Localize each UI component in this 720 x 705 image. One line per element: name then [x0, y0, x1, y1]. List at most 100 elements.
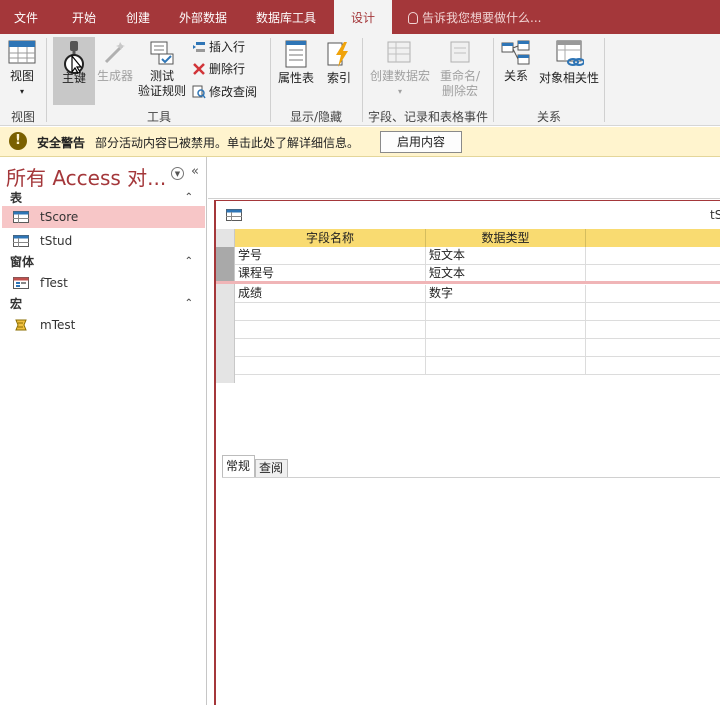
navigation-pane: 所有 Access 对... ▼ « 表 ⌃ tScore tStud 窗体 ⌃ f… [0, 157, 207, 705]
nav-section-label: 宏 [10, 297, 23, 311]
validation-icon [150, 41, 174, 65]
tell-me-search[interactable]: 告诉我您想要做什么... [408, 0, 541, 34]
data-type-cell[interactable] [426, 303, 586, 321]
tab-file[interactable]: 文件 [0, 0, 52, 34]
data-type-cell[interactable] [426, 321, 586, 339]
tab-design[interactable]: 设计 [334, 0, 392, 34]
tab-database-tools[interactable]: 数据库工具 [246, 0, 326, 34]
lightning-index-icon [327, 42, 348, 67]
nav-item-mtest[interactable]: mTest [2, 314, 205, 336]
field-name-cell[interactable]: 成绩 [235, 285, 426, 303]
field-name-cell[interactable]: 学号 [235, 247, 426, 265]
rename-macro-icon [450, 41, 470, 63]
create-data-macros-label: 创建数据宏 [369, 69, 430, 83]
object-dependencies-button[interactable]: 对象相关性 [536, 40, 602, 86]
table-row[interactable]: 成绩 数字 [216, 285, 720, 303]
view-button[interactable]: 视图 ▾ [4, 40, 40, 99]
group-label-field-events: 字段、记录和表格事件 [367, 110, 488, 124]
chevron-up-icon: ⌃ [184, 192, 193, 203]
create-data-macros-dropdown-icon: ▾ [397, 87, 402, 96]
tab-external-data[interactable]: 外部数据 [170, 0, 236, 34]
tab-home[interactable]: 开始 [58, 0, 110, 34]
nav-section-label: 表 [10, 191, 23, 205]
nav-item-label: tStud [40, 234, 73, 248]
table-icon [226, 209, 242, 221]
nav-dropdown-icon[interactable]: ▼ [171, 167, 184, 180]
nav-item-tscore[interactable]: tScore [2, 206, 205, 228]
nav-section-macros[interactable]: 宏 ⌃ [0, 294, 205, 314]
modify-lookups-button[interactable]: 修改查阅 [192, 82, 257, 102]
relationships-label: 关系 [503, 69, 528, 83]
drop-indicator-line [216, 281, 720, 284]
modify-lookups-icon [192, 85, 206, 99]
field-name-cell[interactable] [235, 357, 426, 375]
ribbon: 视图 ▾ 主键 生成器 测试 验证规则 插入行 删除行 修改查阅 工具 视图 属… [0, 34, 720, 126]
key-icon [64, 41, 84, 74]
create-data-macros-button[interactable]: 创建数据宏 ▾ [368, 40, 432, 99]
table-row[interactable] [216, 357, 720, 375]
row-selector[interactable] [216, 285, 235, 303]
field-name-cell[interactable] [235, 303, 426, 321]
insert-row-label: 插入行 [209, 40, 246, 54]
table-row [216, 375, 720, 383]
field-name-cell[interactable] [235, 321, 426, 339]
primary-key-button[interactable]: 主键 [55, 40, 93, 86]
data-type-cell[interactable]: 短文本 [426, 247, 586, 265]
row-selector[interactable] [216, 303, 235, 321]
delete-row-icon [193, 63, 205, 75]
row-selector[interactable] [216, 357, 235, 375]
data-type-cell[interactable] [426, 357, 586, 375]
chevron-up-icon: ⌃ [184, 298, 193, 309]
warning-icon: ! [9, 132, 27, 150]
collapse-pane-icon[interactable]: « [191, 164, 199, 179]
group-label-show-hide: 显示/隐藏 [289, 110, 343, 124]
group-label-relationships: 关系 [536, 110, 561, 124]
property-sheet-label: 属性表 [277, 71, 314, 85]
nav-item-label: fTest [40, 276, 68, 290]
property-sheet-icon [285, 40, 307, 68]
document-tab[interactable]: tS [216, 200, 720, 228]
nav-pane-title[interactable]: 所有 Access 对... [6, 162, 166, 191]
delete-row-button[interactable]: 删除行 [192, 59, 245, 79]
view-icon [8, 40, 36, 64]
field-name-cell[interactable] [235, 339, 426, 357]
relationships-button[interactable]: 关系 [498, 40, 534, 84]
ribbon-tab-bar: 文件 开始 创建 外部数据 数据库工具 设计 告诉我您想要做什么... [0, 0, 720, 34]
nav-section-tables[interactable]: 表 ⌃ [0, 188, 205, 208]
builder-button[interactable]: 生成器 [95, 40, 135, 84]
row-selector[interactable] [216, 321, 235, 339]
table-row[interactable] [216, 339, 720, 357]
data-type-cell[interactable] [426, 339, 586, 357]
macro-icon [15, 319, 27, 331]
tab-create[interactable]: 创建 [113, 0, 163, 34]
rename-macro-label-2: 删除宏 [441, 84, 478, 98]
rename-delete-macro-button[interactable]: 重命名/ 删除宏 [434, 40, 486, 99]
form-icon [13, 277, 29, 289]
view-dropdown-icon: ▾ [19, 87, 24, 96]
tab-lookup[interactable]: 查阅 [255, 459, 288, 477]
table-row[interactable] [216, 303, 720, 321]
nav-item-ftest[interactable]: fTest [2, 272, 205, 294]
table-row[interactable] [216, 321, 720, 339]
property-sheet-button[interactable]: 属性表 [276, 40, 316, 86]
test-label-2: 验证规则 [137, 84, 186, 98]
nav-item-tstud[interactable]: tStud [2, 230, 205, 252]
tab-general[interactable]: 常规 [222, 455, 255, 477]
lightbulb-icon [408, 12, 418, 24]
nav-section-forms[interactable]: 窗体 ⌃ [0, 252, 205, 272]
nav-section-label: 窗体 [10, 255, 35, 269]
row-selector[interactable] [216, 247, 235, 265]
security-warning-bar[interactable]: ! 安全警告 部分活动内容已被禁用。单击此处了解详细信息。 启用内容 [0, 127, 720, 157]
indexes-button[interactable]: 索引 [322, 40, 356, 86]
data-type-cell[interactable]: 数字 [426, 285, 586, 303]
insert-row-button[interactable]: 插入行 [192, 37, 245, 57]
view-label: 视图 [9, 69, 34, 83]
security-warning-message[interactable]: 部分活动内容已被禁用。单击此处了解详细信息。 [95, 134, 359, 151]
row-selector[interactable] [216, 339, 235, 357]
table-row[interactable]: 学号 短文本 [216, 247, 720, 265]
table-design-window: tS 字段名称 数据类型 学号 短文本 课程号 短文本 成绩 数字 常规 查阅 [214, 200, 720, 705]
enable-content-button[interactable]: 启用内容 [380, 131, 462, 153]
test-label-1: 测试 [149, 69, 174, 83]
test-validation-rules-button[interactable]: 测试 验证规则 [136, 40, 188, 99]
table-icon [13, 235, 29, 247]
